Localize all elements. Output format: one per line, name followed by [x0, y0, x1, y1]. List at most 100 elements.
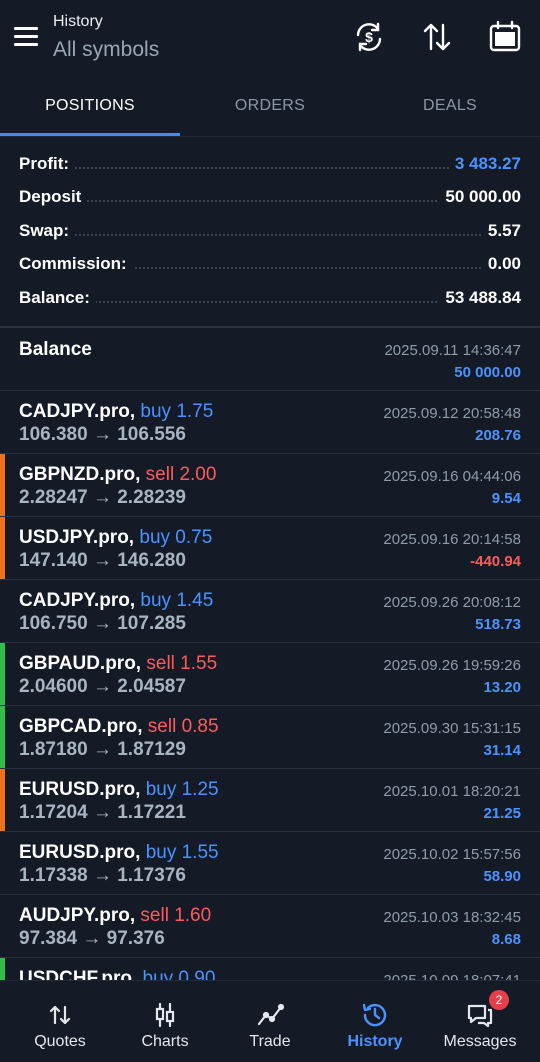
summary-swap: Swap: 5.57 — [0, 215, 540, 248]
position-side: buy 0.75 — [139, 527, 213, 548]
position-row[interactable]: GBPCAD.pro, sell 0.85 1.87180 → 1.87129 20… — [0, 706, 540, 769]
position-side: buy 1.75 — [140, 401, 214, 422]
summary-balance: Balance: 53 488.84 — [0, 282, 540, 315]
position-date: 2025.10.01 18:20:21 — [383, 783, 521, 800]
summary-label: Deposit — [19, 187, 88, 208]
position-symbol: USDCHF.pro, — [19, 968, 138, 980]
nav-label: History — [347, 1033, 403, 1050]
position-row[interactable]: GBPAUD.pro, sell 1.55 2.04600 → 2.04587 20… — [0, 643, 540, 706]
position-prices: 97.384 → 97.376 — [19, 928, 165, 949]
summary-label: Balance: — [19, 287, 96, 308]
position-profit: 518.73 — [475, 616, 521, 633]
position-date: 2025.09.26 19:59:26 — [383, 657, 521, 674]
position-profit: 208.76 — [475, 427, 521, 444]
position-date: 2025.10.09 18:07:41 — [383, 972, 521, 980]
position-profit: -440.94 — [470, 553, 521, 570]
page-title: History — [53, 13, 103, 30]
entry-date: 2025.09.11 14:36:47 — [384, 342, 521, 359]
tab-positions[interactable]: POSITIONS — [0, 82, 180, 136]
tab-orders[interactable]: ORDERS — [180, 82, 360, 136]
trade-icon — [257, 1003, 284, 1026]
position-profit: 21.25 — [483, 805, 521, 822]
tab-deals[interactable]: DEALS — [360, 82, 540, 136]
history-tabs: POSITIONS ORDERS DEALS — [0, 82, 540, 136]
summary-value: 3 483.27 — [448, 154, 521, 174]
status-stripe — [0, 454, 5, 516]
nav-messages[interactable]: 2 Messages — [426, 981, 534, 1062]
position-profit: 8.68 — [491, 931, 521, 948]
position-symbol: GBPAUD.pro, — [19, 653, 142, 674]
position-side: buy 1.45 — [140, 590, 214, 611]
nav-trade[interactable]: Trade — [216, 981, 324, 1062]
nav-quotes[interactable]: Quotes — [6, 981, 114, 1062]
nav-label: Quotes — [34, 1033, 86, 1050]
position-row[interactable]: AUDJPY.pro, sell 1.60 97.384 → 97.376 2025… — [0, 895, 540, 958]
app-header: History All symbols $ — [0, 0, 540, 78]
calendar-icon[interactable] — [488, 20, 522, 54]
position-side: sell 2.00 — [145, 464, 217, 485]
bottom-navigation: Quotes Charts Trade History 2 Messages — [0, 980, 540, 1062]
position-title: GBPAUD.pro, sell 1.55 — [19, 653, 217, 675]
position-date: 2025.09.26 20:08:12 — [383, 594, 521, 611]
position-profit: 9.54 — [491, 490, 521, 507]
position-side: buy 1.55 — [145, 842, 219, 863]
position-row[interactable]: USDJPY.pro, buy 0.75 147.140 → 146.280 202… — [0, 517, 540, 580]
nav-charts[interactable]: Charts — [111, 981, 219, 1062]
position-symbol: EURUSD.pro, — [19, 842, 141, 863]
charts-icon — [155, 1002, 175, 1028]
position-title: AUDJPY.pro, sell 1.60 — [19, 905, 211, 927]
summary-profit: Profit: 3 483.27 — [0, 148, 540, 181]
position-symbol: GBPCAD.pro, — [19, 716, 143, 737]
position-date: 2025.09.16 04:44:06 — [383, 468, 521, 485]
unread-badge: 2 — [489, 990, 509, 1010]
position-title: EURUSD.pro, buy 1.55 — [19, 842, 219, 864]
nav-label: Trade — [249, 1033, 291, 1050]
position-title: USDJPY.pro, buy 0.75 — [19, 527, 212, 549]
svg-text:$: $ — [365, 29, 373, 45]
position-symbol: CADJPY.pro, — [19, 401, 136, 422]
position-symbol: AUDJPY.pro, — [19, 905, 136, 926]
position-date: 2025.09.30 15:31:15 — [383, 720, 521, 737]
position-symbol: USDJPY.pro, — [19, 527, 135, 548]
position-row[interactable]: CADJPY.pro, buy 1.45 106.750 → 107.285 202… — [0, 580, 540, 643]
position-prices: 147.140 → 146.280 — [19, 550, 186, 571]
history-icon — [362, 1003, 387, 1027]
status-stripe — [0, 643, 5, 705]
status-stripe — [0, 769, 5, 831]
tabs-divider — [0, 136, 540, 137]
position-date: 2025.10.03 18:32:45 — [383, 909, 521, 926]
account-summary: Profit: 3 483.27 Deposit 50 000.00 Swap:… — [0, 148, 540, 315]
balance-entry[interactable]: Balance 2025.09.11 14:36:47 50 000.00 — [0, 328, 540, 391]
symbol-filter[interactable]: All symbols — [53, 38, 159, 62]
position-row[interactable]: EURUSD.pro, buy 1.25 1.17204 → 1.17221 202… — [0, 769, 540, 832]
position-date: 2025.09.12 20:58:48 — [383, 405, 521, 422]
position-prices: 106.380 → 106.556 — [19, 424, 186, 445]
position-profit: 58.90 — [483, 868, 521, 885]
nav-label: Charts — [141, 1033, 189, 1050]
menu-icon[interactable] — [14, 27, 38, 47]
position-row[interactable]: USDCHF.pro, buy 0.90 2025.10.09 18:07:41 — [0, 958, 540, 980]
position-prices: 1.17204 → 1.17221 — [19, 802, 186, 823]
summary-value: 50 000.00 — [439, 187, 521, 208]
position-side: sell 1.60 — [140, 905, 212, 926]
summary-label: Profit: — [19, 154, 76, 174]
nav-history[interactable]: History — [321, 981, 429, 1062]
position-row[interactable]: CADJPY.pro, buy 1.75 106.380 → 106.556 202… — [0, 391, 540, 454]
position-title: EURUSD.pro, buy 1.25 — [19, 779, 219, 801]
status-stripe — [0, 958, 5, 980]
position-prices: 2.28247 → 2.28239 — [19, 487, 186, 508]
position-side: sell 0.85 — [147, 716, 219, 737]
positions-list[interactable]: Balance 2025.09.11 14:36:47 50 000.00 CA… — [0, 328, 540, 980]
position-row[interactable]: GBPNZD.pro, sell 2.00 2.28247 → 2.28239 20… — [0, 454, 540, 517]
position-side: buy 1.25 — [145, 779, 219, 800]
currency-exchange-icon[interactable]: $ — [352, 20, 386, 54]
sort-icon[interactable] — [420, 20, 454, 54]
summary-value: 0.00 — [481, 254, 521, 275]
entry-amount: 50 000.00 — [454, 364, 521, 381]
position-row[interactable]: EURUSD.pro, buy 1.55 1.17338 → 1.17376 202… — [0, 832, 540, 895]
summary-commission: Commission: 0.00 — [0, 248, 540, 281]
position-prices: 2.04600 → 2.04587 — [19, 676, 186, 697]
summary-label: Swap: — [19, 220, 76, 241]
nav-label: Messages — [443, 1033, 517, 1050]
summary-deposit: Deposit 50 000.00 — [0, 181, 540, 214]
